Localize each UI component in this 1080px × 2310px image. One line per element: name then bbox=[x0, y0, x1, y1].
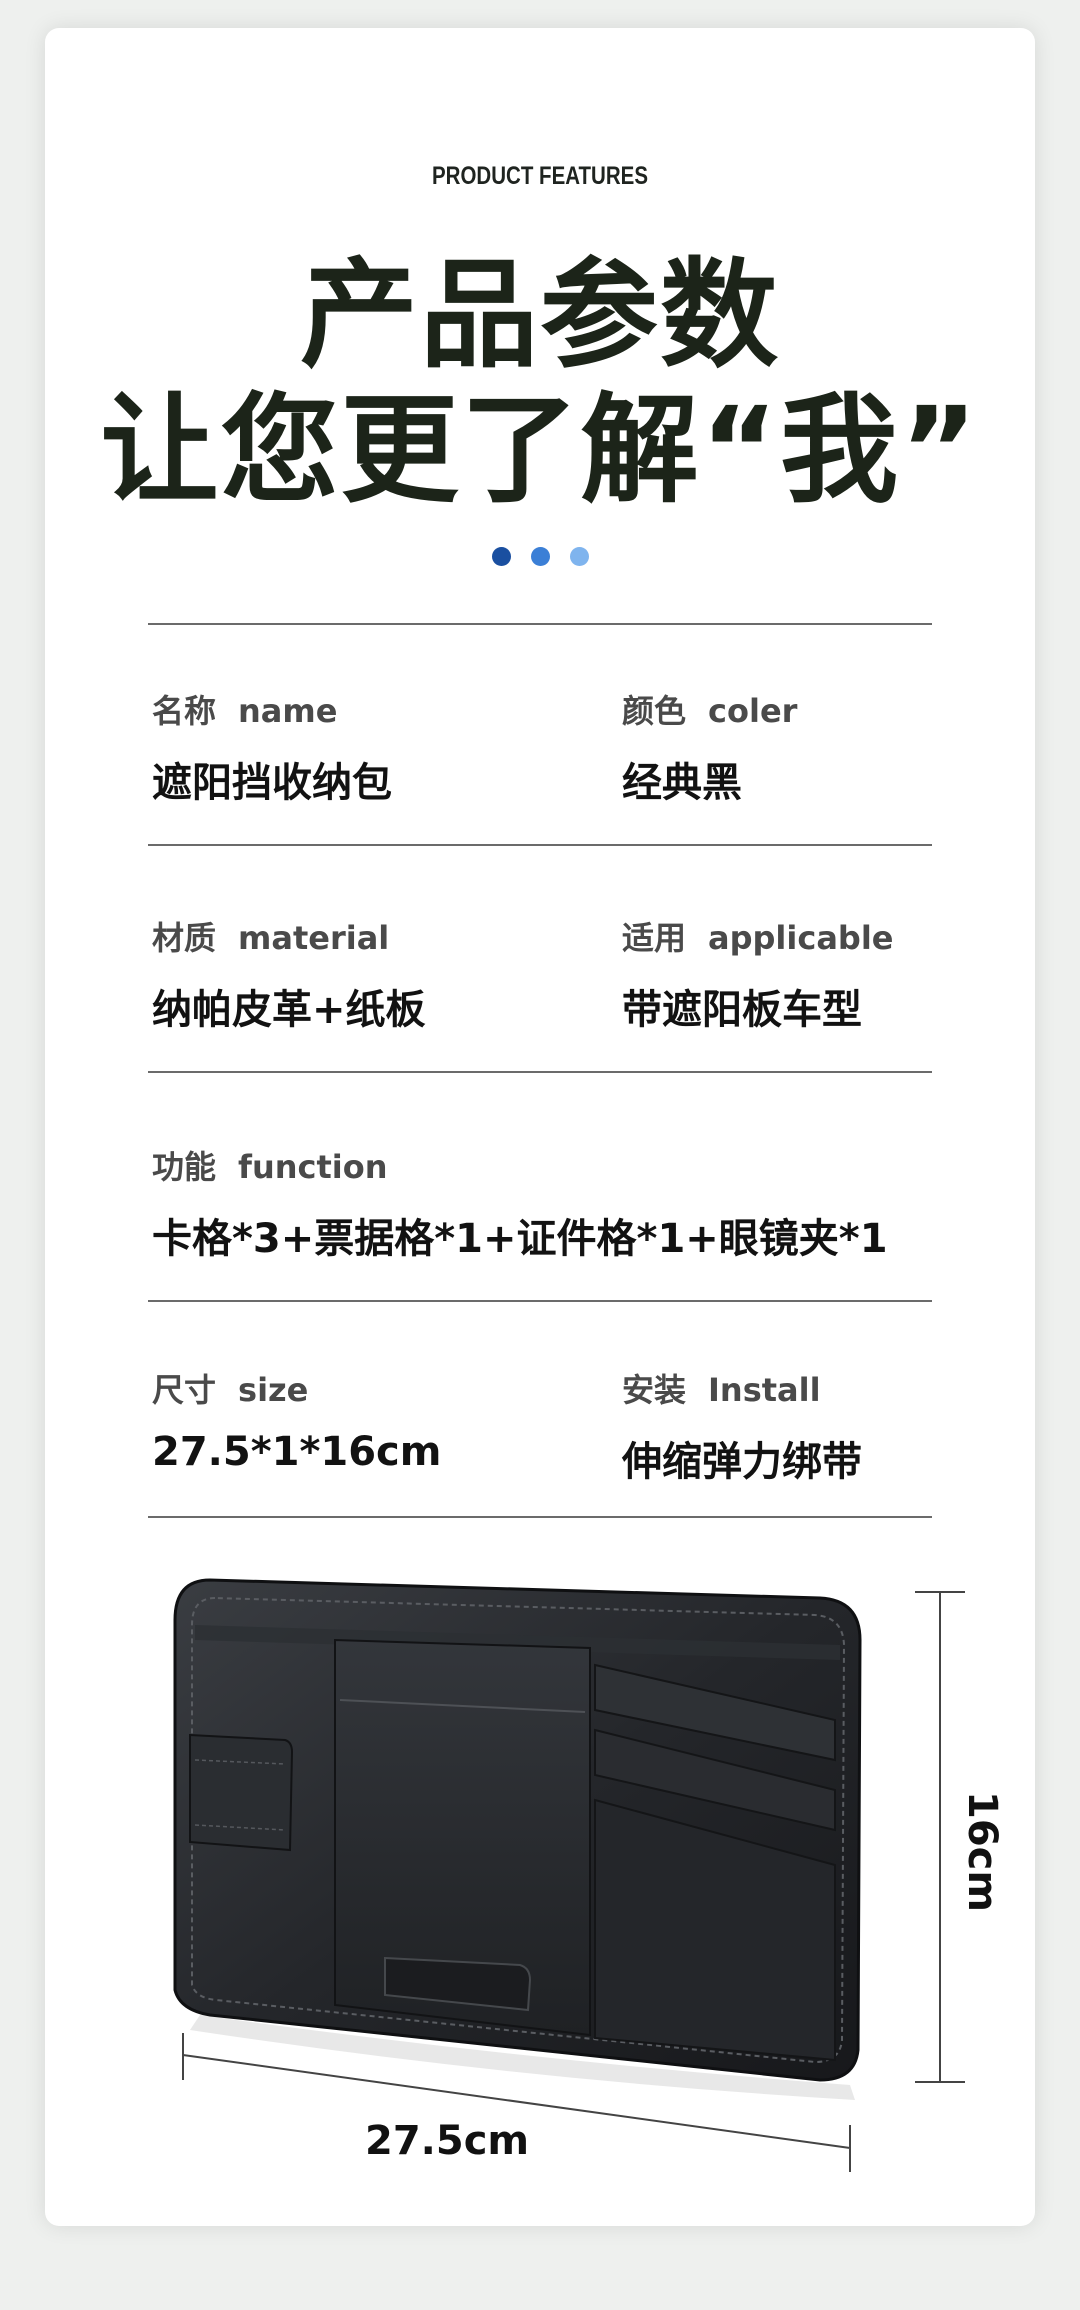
width-dimension-label: 27.5cm bbox=[365, 2118, 530, 2164]
height-dimension-line bbox=[915, 1591, 965, 2083]
product-illustration bbox=[173, 1578, 965, 2172]
left-strap bbox=[189, 1733, 294, 1852]
height-dimension-label: 16cm bbox=[959, 1791, 1005, 1913]
